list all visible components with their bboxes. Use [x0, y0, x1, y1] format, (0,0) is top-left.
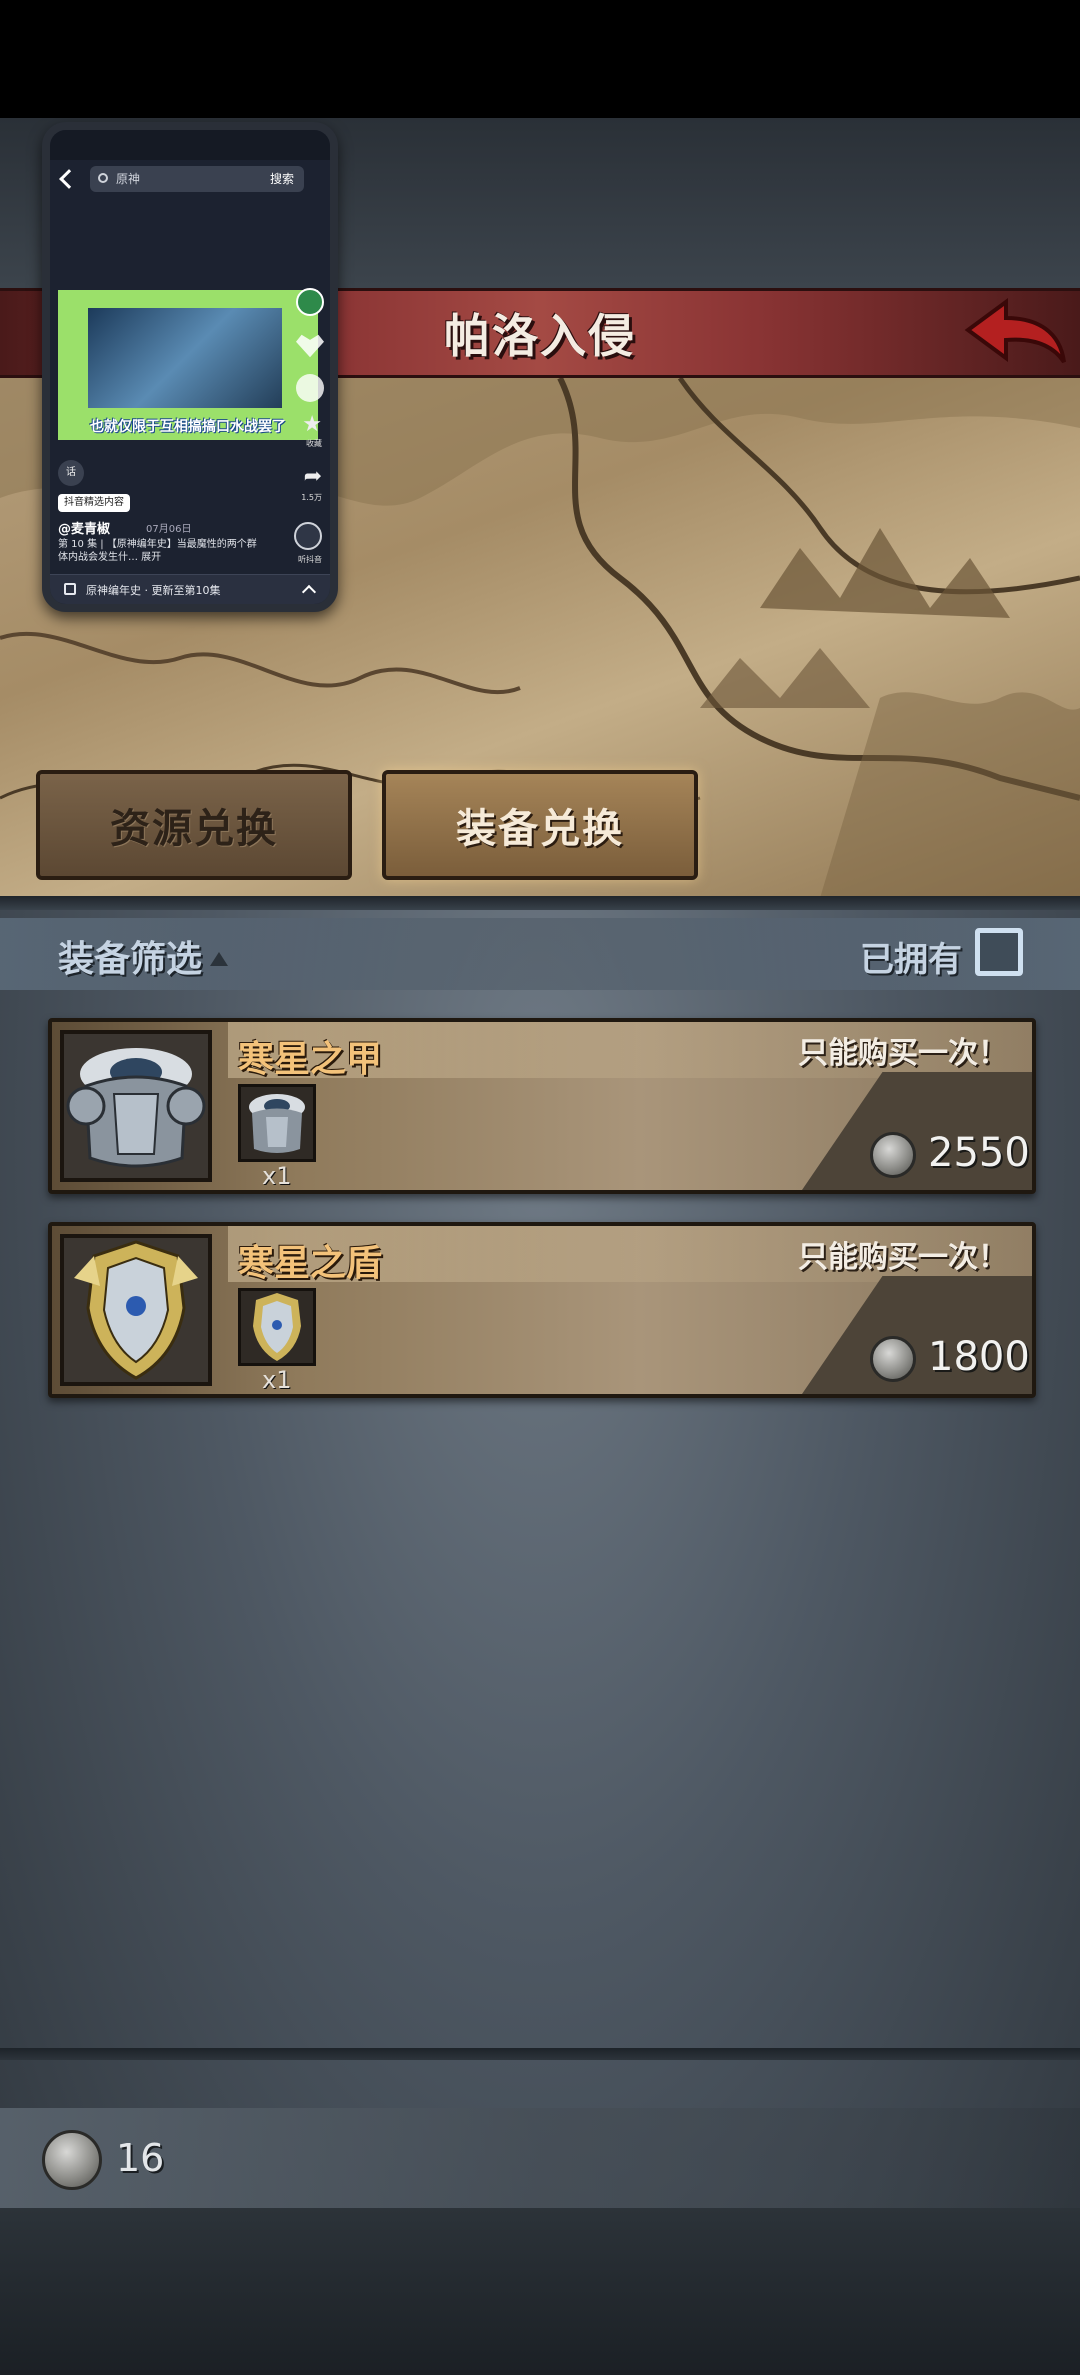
author-avatar[interactable]	[296, 288, 324, 316]
pip-search-input[interactable]: 原神 搜索	[90, 166, 304, 192]
item-image	[60, 1030, 212, 1182]
shop-item-card[interactable]: 寒星之盾 只能购买一次！ x1 1800	[48, 1222, 1036, 1398]
back-button[interactable]	[960, 296, 1070, 376]
shop-item-card[interactable]: 寒星之甲 只能购买一次！ x1 2550	[48, 1018, 1036, 1194]
share-icon[interactable]: ➦	[304, 464, 322, 489]
pip-status	[50, 130, 330, 160]
pip-search-text: 原神	[116, 172, 141, 186]
headphone-icon[interactable]	[294, 522, 322, 550]
tab-equipment-exchange[interactable]: 装备兑换	[382, 770, 698, 880]
status-bar	[0, 0, 1080, 118]
item-name: 寒星之盾	[238, 1243, 383, 1284]
currency-bar: 16	[0, 2108, 1080, 2216]
pip-search-row: 原神 搜索	[50, 164, 330, 204]
filter-row: 装备筛选 已拥有	[0, 918, 1080, 990]
purchase-limit-note: 只能购买一次！	[798, 1240, 1008, 1275]
back-icon[interactable]	[59, 169, 79, 189]
silver-coin-icon	[870, 1132, 916, 1178]
item-thumbnail	[238, 1288, 316, 1366]
video-caption: 也就仅限于互相搞搞口水战罢了	[90, 419, 286, 435]
owned-checkbox[interactable]	[975, 928, 1023, 976]
item-image	[60, 1234, 212, 1386]
search-icon	[98, 173, 108, 183]
favorite-label: 收藏	[306, 439, 322, 448]
silver-coin-icon	[42, 2130, 102, 2190]
video-author[interactable]: @麦青椒	[58, 518, 110, 537]
purchase-limit-note: 只能购买一次！	[798, 1036, 1008, 1071]
layers-icon	[64, 583, 76, 595]
item-price: 2550	[928, 1130, 1030, 1176]
floating-video-window[interactable]: 原神 搜索 也就仅限于互相搞搞口水战罢了 ★ 收藏 ➦ 1.5万 听抖音 话 抖…	[42, 122, 338, 612]
page-title: 帕洛入侵	[444, 309, 636, 363]
currency-amount: 16	[116, 2136, 165, 2180]
pip-search-button[interactable]: 搜索	[270, 170, 294, 187]
listen-label: 听抖音	[298, 555, 322, 564]
pip-series-bar[interactable]: 原神编年史 · 更新至第10集	[50, 574, 330, 604]
content-tag[interactable]: 抖音精选内容	[58, 494, 130, 512]
divider	[0, 896, 1080, 910]
favorite-star-icon[interactable]: ★	[302, 412, 322, 437]
item-quantity: x1	[262, 1366, 292, 1394]
bottom-dark-band	[0, 2208, 1080, 2375]
item-thumbnail	[238, 1084, 316, 1162]
tab-resource-exchange[interactable]: 资源兑换	[36, 770, 352, 880]
item-price: 1800	[928, 1334, 1030, 1380]
comment-icon[interactable]	[296, 374, 324, 402]
silver-coin-icon	[870, 1336, 916, 1382]
item-quantity: x1	[262, 1162, 292, 1190]
series-title: 原神编年史 · 更新至第10集	[86, 584, 221, 597]
shield-icon	[64, 1238, 208, 1382]
share-count: 1.5万	[301, 493, 322, 502]
video-date: 07月06日	[146, 524, 192, 535]
mini-badge-icon: 话	[58, 460, 84, 486]
bottom-divider	[0, 2048, 1080, 2060]
pip-video[interactable]: 也就仅限于互相搞搞口水战罢了	[58, 290, 318, 440]
sort-arrow-icon[interactable]	[210, 952, 228, 966]
equipment-filter-button[interactable]: 装备筛选	[58, 930, 202, 982]
chevron-up-icon[interactable]	[301, 584, 317, 600]
item-name: 寒星之甲	[238, 1039, 383, 1080]
armor-icon	[241, 1087, 313, 1159]
owned-filter-label: 已拥有	[860, 940, 962, 980]
video-description: 第 10 集 | 【原神编年史】当最魔性的两个群体内战会发生什… 展开	[58, 539, 257, 563]
shield-icon	[241, 1291, 313, 1363]
back-arrow-icon	[964, 298, 1066, 364]
armor-icon	[64, 1034, 208, 1178]
video-frame	[88, 308, 282, 408]
